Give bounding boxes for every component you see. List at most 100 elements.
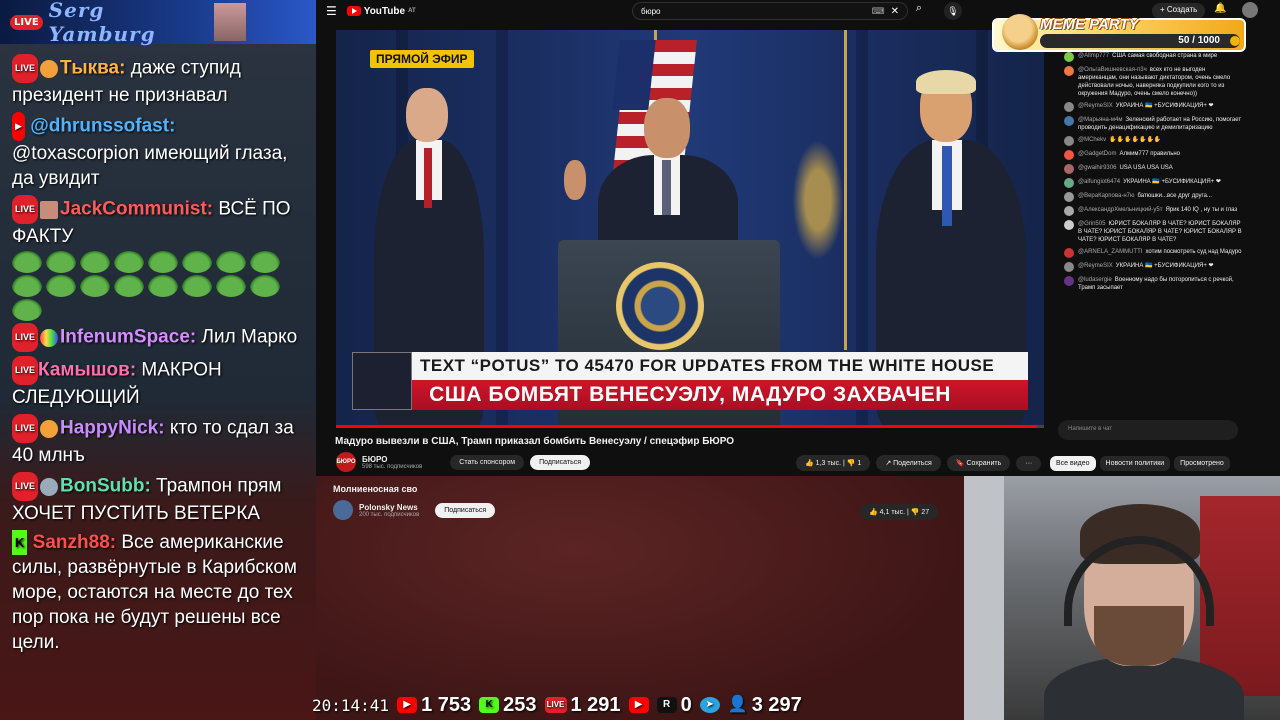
channel-avatar[interactable] — [333, 500, 353, 520]
chat-message: LIVE InfenumSpace: Лил Марко — [0, 321, 316, 354]
keyboard-icon[interactable]: ⌨ — [872, 6, 885, 17]
avatar — [1064, 276, 1074, 286]
frog-emote-icon — [216, 251, 246, 273]
live-chat-author: @ВераКарпова-н7ю — [1078, 193, 1135, 199]
video-title: Мадуро вывезли в США, Трамп приказал бом… — [335, 436, 735, 447]
tie — [942, 146, 952, 226]
sponsor-button[interactable]: Стать спонсором — [450, 454, 525, 470]
live-icon: LIVE — [544, 697, 567, 713]
kick-stat: K 253 — [479, 694, 537, 717]
youtube-count: 1 753 — [421, 693, 472, 716]
frog-emote-icon — [148, 275, 178, 297]
next-channel-row: Polonsky News 200 тыс. подписчиков Подпи… — [333, 500, 496, 520]
tie — [424, 148, 432, 208]
dislike-count: 27 — [921, 509, 930, 516]
search-input[interactable]: бюро ⌨ ✕ — [632, 2, 908, 20]
live-chat-body: УКРАИНА 🇺🇦 +БУСИФИКАЦИЯ+ ❤ — [1123, 179, 1221, 185]
live-chat-text: @MChekv ✋✋✋✋✋✋✋ — [1078, 136, 1161, 146]
frog-emote-icon — [216, 275, 246, 297]
mic-icon[interactable]: 🎙 — [944, 2, 962, 20]
avatar — [1064, 206, 1074, 216]
chat-input[interactable]: Напишите в чат — [1058, 420, 1238, 440]
subscribe-button[interactable]: Подписаться — [530, 454, 591, 470]
live-chat-body: УКРАИНА 🇺🇦 +БУСИФИКАЦИЯ+ ❤ — [1115, 263, 1214, 269]
save-label: Сохранить — [966, 460, 1002, 467]
channel-name[interactable]: БЮРО — [362, 455, 422, 464]
frog-emote-icon — [12, 275, 42, 297]
streamer-banner: LIVE Serg Yamburg — [0, 0, 316, 46]
rutube-stat: R0 — [656, 694, 692, 717]
live-chat-text: @alfungiot6474 УКРАИНА 🇺🇦 +БУСИФИКАЦИЯ+ ❤ — [1078, 178, 1221, 188]
viewers-count: 3 297 — [751, 693, 802, 716]
live-chat-author: @GadgetDom — [1078, 151, 1117, 157]
avatar — [1064, 220, 1074, 230]
video-actions: 👍 1,3 тыс. | 👎 1 ↗ Поделиться 🔖 Сохранит… — [796, 455, 1042, 471]
region-code: AT — [408, 8, 416, 14]
frog-emote-icon — [80, 275, 110, 297]
live-chat-author: @ARNELA_ZAMMUTTI — [1078, 249, 1143, 255]
menu-icon[interactable]: ☰ — [326, 4, 337, 18]
live-chat-author: @alfungiot6474 — [1078, 179, 1121, 185]
channel-avatar[interactable]: БЮРО — [336, 452, 356, 472]
live-chat-text: @ОльгаВишневская-п3ч всех кто не выгоден … — [1078, 66, 1242, 98]
raised-hand — [564, 160, 586, 200]
live-chat-message: @АлександрХмельницкий-у5т Ярик 140 IQ , н… — [1050, 204, 1246, 218]
search-icon[interactable]: ⌕ — [910, 2, 928, 20]
avatar-icon — [40, 200, 59, 219]
clear-icon[interactable]: ✕ — [891, 6, 899, 17]
live-chat-body: Ярик 140 IQ , ну ты и глаз — [1165, 207, 1238, 213]
meme-party-widget: MEME PARTY 50 / 1000 — [992, 14, 1246, 54]
chat-username: HappyNick: — [60, 417, 165, 439]
avatar — [1064, 116, 1074, 126]
tab-watched[interactable]: Просмотрено — [1174, 456, 1230, 471]
like-button[interactable]: 👍 1,3 тыс. | 👎 1 — [796, 455, 871, 471]
frog-emote-icon — [250, 251, 280, 273]
head — [406, 88, 448, 142]
rutube-icon: R — [656, 697, 677, 713]
chat-message: LIVE BonSubb: Трампон прям ХОЧЕТ ПУСТИТЬ … — [0, 470, 316, 528]
live-count: 1 291 — [570, 693, 621, 716]
chat-username: Камышов: — [38, 359, 137, 381]
frog-emote-icon — [114, 275, 144, 297]
create-label: Создать — [1166, 5, 1198, 14]
viewer-stats-bar: 20:14:41 ▶ 1 753 K 253 LIVE 1 291 ▶ R0 ➤ 👤 3… — [306, 690, 900, 720]
bell-icon[interactable]: 🔔 — [1214, 3, 1226, 14]
flag-canton — [612, 40, 656, 110]
youtube-logo[interactable]: YouTube AT — [346, 6, 416, 17]
youtube-live-chat: @Allmp777 США самая свободная страна в ми… — [1050, 50, 1246, 446]
live-badge: LIVE — [12, 195, 39, 224]
head — [644, 98, 690, 158]
kick-icon: K — [12, 530, 28, 556]
next-video-title[interactable]: Молниеносная сво — [333, 484, 417, 494]
channel-name[interactable]: Polonsky News — [359, 503, 419, 512]
chip-tabs: Все видео Новости политики Просмотрено — [1050, 456, 1230, 471]
subscribe-button[interactable]: Подписаться — [435, 502, 496, 518]
live-chat-author: @ОльгаВишневская-п3ч — [1078, 67, 1147, 73]
avatar — [1064, 178, 1074, 188]
live-chat-message: @ВераКарпова-н7ю батюшки...все друг друга… — [1050, 190, 1246, 204]
meme-progress: 50 / 1000 — [1040, 34, 1240, 48]
live-badge: LIVE — [12, 356, 39, 385]
avatar — [1064, 248, 1074, 258]
tab-politics[interactable]: Новости политики — [1099, 456, 1171, 471]
video-player[interactable]: ПРЯМОЙ ЭФИР TEXT “POTUS” TO 45470 FOR UP… — [336, 30, 1044, 428]
share-button[interactable]: ↗ Поделиться — [876, 455, 941, 471]
webcam-feed — [964, 476, 1280, 720]
avatar — [1064, 192, 1074, 202]
progress-bar[interactable] — [336, 425, 1044, 428]
frog-emote-icon — [12, 299, 42, 321]
frog-emote-icon — [46, 275, 76, 297]
live-chat-body: УКРАИНА 🇺🇦 +БУСИФИКАЦИЯ+ ❤ — [1115, 103, 1214, 109]
like-button[interactable]: 👍 4,1 тыс. | 👎 27 — [860, 504, 939, 520]
live-chat-text: @ReymeSIX УКРАИНА 🇺🇦 +БУСИФИКАЦИЯ+ ❤ — [1078, 262, 1214, 272]
channel-subs: 200 тыс. подписчиков — [359, 511, 420, 518]
frog-emote-icon — [12, 251, 42, 273]
save-button[interactable]: 🔖 Сохранить — [946, 455, 1011, 471]
emote-icon — [40, 419, 59, 438]
chat-message: ▶ @dhrunssofast: @toxascorpion имеющий г… — [0, 110, 316, 193]
tab-all-videos[interactable]: Все видео — [1050, 456, 1096, 471]
more-button[interactable]: ··· — [1016, 455, 1042, 471]
live-chat-body: Алмим777 правильно — [1119, 151, 1180, 157]
doge-icon — [1002, 14, 1038, 50]
tie — [662, 160, 671, 215]
